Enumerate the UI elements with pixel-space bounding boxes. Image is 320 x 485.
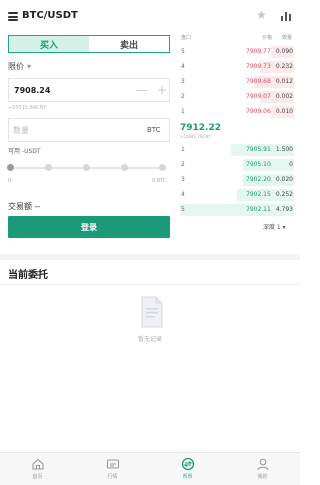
ask-row[interactable]: 5 7909.77 0.090 — [180, 46, 294, 58]
bid-index: 4 — [181, 191, 185, 198]
ask-index: 2 — [181, 93, 185, 100]
bid-row[interactable]: 5 7902.11 4.793 — [180, 204, 294, 216]
bid-price: 7905.10 — [246, 161, 271, 168]
nav-item-market[interactable]: 行情 — [75, 453, 150, 485]
nav-item-profile[interactable]: 我的 — [225, 453, 300, 485]
slider-min-label: 0 — [8, 178, 12, 184]
ask-qty: 0.232 — [275, 63, 293, 70]
current-orders-title: 当前委托 — [8, 270, 48, 281]
price-decrease-button[interactable]: — — [135, 83, 149, 97]
slider-node-25[interactable] — [45, 164, 52, 171]
bid-row[interactable]: 1 7905.91 1.500 — [180, 144, 294, 156]
bid-qty: 0 — [289, 161, 293, 168]
ask-index: 1 — [181, 108, 185, 115]
chart-icon[interactable] — [280, 10, 292, 22]
ask-price: 7909.77 — [246, 48, 271, 55]
nav-label-profile: 我的 — [257, 474, 268, 480]
ask-qty: 0.012 — [275, 78, 293, 85]
slider-node-0[interactable] — [7, 164, 14, 171]
market-icon — [106, 459, 119, 469]
ask-index: 3 — [181, 78, 185, 85]
ask-row[interactable]: 2 7909.07 0.002 — [180, 91, 294, 103]
bid-qty: 0.252 — [275, 191, 293, 198]
ask-price: 7909.68 — [246, 78, 271, 85]
price-cny-estimate: ≈55015.84CNY — [8, 105, 47, 111]
star-icon[interactable]: ★ — [256, 9, 267, 21]
bid-row[interactable]: 4 7902.15 0.252 — [180, 189, 294, 201]
trading-pair-title[interactable]: BTC/USDT — [22, 10, 78, 21]
bid-price: 7902.15 — [246, 191, 271, 198]
empty-document-icon — [141, 296, 163, 328]
order-type-select[interactable]: 限价 ▾ — [8, 61, 31, 72]
order-book-price-header: 价格 — [262, 35, 273, 41]
nav-item-trade[interactable]: 币币 — [150, 453, 225, 485]
chevron-down-icon: ▾ — [282, 224, 286, 231]
nav-label-market: 行情 — [107, 474, 118, 480]
ask-qty: 0.010 — [275, 108, 293, 115]
ask-qty: 0.090 — [275, 48, 293, 55]
empty-state-text: 暂无记录 — [137, 336, 162, 343]
tab-buy[interactable]: 买入 — [9, 36, 89, 52]
login-button[interactable]: 登录 — [8, 216, 170, 238]
slider-max-label: 0 BTC — [152, 178, 167, 184]
ask-row[interactable]: 1 7909.06 0.010 — [180, 106, 294, 118]
depth-select[interactable]: 深度 1 ▾ — [263, 222, 286, 231]
header: BTC/USDT ★ — [0, 0, 300, 34]
menu-icon[interactable] — [8, 12, 18, 21]
bottom-nav: 首页 行情 币币 我的 — [0, 452, 300, 485]
order-type-label: 限价 — [8, 62, 24, 71]
ask-index: 4 — [181, 63, 185, 70]
amount-unit: BTC — [147, 126, 161, 134]
amount-slider[interactable] — [7, 163, 166, 173]
bid-index: 1 — [181, 146, 185, 153]
available-balance: 可用 -USDT — [8, 148, 41, 155]
chevron-down-icon: ▾ — [27, 62, 32, 71]
profile-icon — [256, 458, 269, 471]
bid-qty: 1.500 — [275, 146, 293, 153]
price-value[interactable]: 7908.24 — [14, 86, 50, 95]
ask-price: 7909.73 — [246, 63, 271, 70]
bid-qty: 4.793 — [275, 206, 293, 213]
ask-qty: 0.002 — [275, 93, 293, 100]
ask-price: 7909.07 — [246, 93, 271, 100]
last-price-cny: ≈55041.79CNY — [180, 134, 211, 139]
ask-price: 7909.06 — [246, 108, 271, 115]
price-increase-button[interactable]: + — [155, 83, 169, 97]
trade-volume: 交易额 -- — [8, 202, 41, 211]
ask-row[interactable]: 3 7909.68 0.012 — [180, 76, 294, 88]
bid-index: 5 — [181, 206, 185, 213]
bid-index: 2 — [181, 161, 185, 168]
buy-sell-tabs: 买入 卖出 — [8, 35, 170, 53]
order-book-header: 盘口 价格 数量 — [180, 34, 294, 44]
nav-label-home: 首页 — [32, 474, 43, 480]
divider — [0, 284, 300, 285]
slider-node-100[interactable] — [159, 164, 166, 171]
trade-icon — [181, 457, 194, 471]
order-book-index-header: 盘口 — [181, 35, 192, 41]
price-field[interactable]: 7908.24 — + — [8, 78, 170, 102]
depth-select-label: 深度 1 — [263, 224, 281, 231]
bid-row[interactable]: 3 7902.20 0.020 — [180, 174, 294, 186]
slider-node-50[interactable] — [83, 164, 90, 171]
amount-input[interactable] — [13, 123, 133, 137]
slider-node-75[interactable] — [121, 164, 128, 171]
last-price: 7912.22 — [180, 123, 221, 133]
bid-price: 7902.20 — [246, 176, 271, 183]
ask-index: 5 — [181, 48, 185, 55]
section-divider — [0, 254, 300, 260]
tab-sell[interactable]: 卖出 — [89, 36, 169, 52]
bid-price: 7902.11 — [246, 206, 271, 213]
amount-field[interactable]: BTC — [8, 118, 170, 142]
home-icon — [31, 458, 44, 470]
order-book-qty-header: 数量 — [282, 35, 293, 41]
bid-qty: 0.020 — [275, 176, 293, 183]
nav-label-trade: 币币 — [182, 474, 193, 480]
bid-index: 3 — [181, 176, 185, 183]
bid-row[interactable]: 2 7905.10 0 — [180, 159, 294, 171]
bid-price: 7905.91 — [246, 146, 271, 153]
nav-item-home[interactable]: 首页 — [0, 453, 75, 485]
ask-row[interactable]: 4 7909.73 0.232 — [180, 61, 294, 73]
